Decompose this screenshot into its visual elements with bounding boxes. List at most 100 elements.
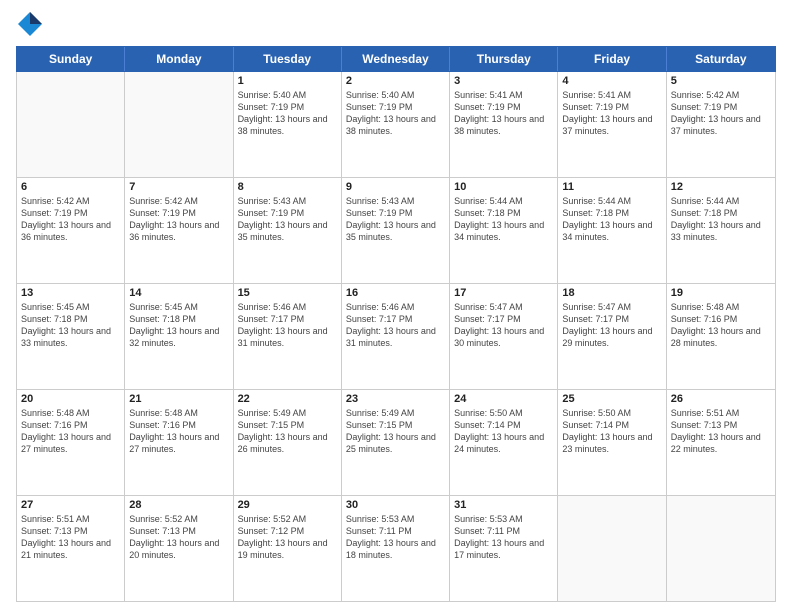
day-info: Sunrise: 5:47 AM Sunset: 7:17 PM Dayligh… [562,301,661,350]
week-row-3: 13 Sunrise: 5:45 AM Sunset: 7:18 PM Dayli… [17,284,775,390]
day-number: 25 [562,393,661,405]
day-number: 20 [21,393,120,405]
day-number: 27 [21,499,120,511]
day-info: Sunrise: 5:41 AM Sunset: 7:19 PM Dayligh… [562,89,661,138]
day-info: Sunrise: 5:50 AM Sunset: 7:14 PM Dayligh… [454,407,553,456]
cal-cell-3-4: 16Sunrise: 5:46 AM Sunset: 7:17 PM Dayli… [342,284,450,389]
day-info: Sunrise: 5:51 AM Sunset: 7:13 PM Dayligh… [21,513,120,562]
cal-cell-2-6: 11 Sunrise: 5:44 AM Sunset: 7:18 PM Dayli… [558,178,666,283]
cal-cell-1-7: 5 Sunrise: 5:42 AM Sunset: 7:19 PM Daylig… [667,72,775,177]
day-info: Sunrise: 5:46 AM Sunset: 7:17 PM Dayligh… [238,301,337,350]
header [16,10,776,38]
cal-cell-4-7: 26Sunrise: 5:51 AM Sunset: 7:13 PM Dayli… [667,390,775,495]
calendar-header-row: SundayMondayTuesdayWednesdayThursdayFrid… [16,46,776,72]
day-info: Sunrise: 5:50 AM Sunset: 7:14 PM Dayligh… [562,407,661,456]
cal-cell-5-4: 30 Sunrise: 5:53 AM Sunset: 7:11 PM Dayli… [342,496,450,601]
header-day-thursday: Thursday [450,47,558,71]
week-row-5: 27 Sunrise: 5:51 AM Sunset: 7:13 PM Dayli… [17,496,775,601]
week-row-2: 6 Sunrise: 5:42 AM Sunset: 7:19 PM Daylig… [17,178,775,284]
day-info: Sunrise: 5:42 AM Sunset: 7:19 PM Dayligh… [21,195,120,244]
week-row-4: 20 Sunrise: 5:48 AM Sunset: 7:16 PM Dayli… [17,390,775,496]
day-info: Sunrise: 5:44 AM Sunset: 7:18 PM Dayligh… [562,195,661,244]
cal-cell-5-3: 29Sunrise: 5:52 AM Sunset: 7:12 PM Dayli… [234,496,342,601]
day-number: 2 [346,75,445,87]
header-day-monday: Monday [125,47,233,71]
day-info: Sunrise: 5:40 AM Sunset: 7:19 PM Dayligh… [346,89,445,138]
header-day-tuesday: Tuesday [234,47,342,71]
cal-cell-1-5: 3Sunrise: 5:41 AM Sunset: 7:19 PM Daylig… [450,72,558,177]
week-row-1: 1Sunrise: 5:40 AM Sunset: 7:19 PM Daylig… [17,72,775,178]
day-info: Sunrise: 5:49 AM Sunset: 7:15 PM Dayligh… [346,407,445,456]
logo-icon [16,10,44,38]
cal-cell-3-6: 18Sunrise: 5:47 AM Sunset: 7:17 PM Dayli… [558,284,666,389]
day-number: 19 [671,287,771,299]
day-info: Sunrise: 5:43 AM Sunset: 7:19 PM Dayligh… [238,195,337,244]
cal-cell-5-5: 31Sunrise: 5:53 AM Sunset: 7:11 PM Dayli… [450,496,558,601]
day-info: Sunrise: 5:48 AM Sunset: 7:16 PM Dayligh… [671,301,771,350]
day-number: 21 [129,393,228,405]
day-number: 28 [129,499,228,511]
day-number: 29 [238,499,337,511]
cal-cell-5-1: 27 Sunrise: 5:51 AM Sunset: 7:13 PM Dayli… [17,496,125,601]
day-info: Sunrise: 5:53 AM Sunset: 7:11 PM Dayligh… [346,513,445,562]
day-number: 30 [346,499,445,511]
cal-cell-3-3: 15 Sunrise: 5:46 AM Sunset: 7:17 PM Dayli… [234,284,342,389]
day-number: 12 [671,181,771,193]
cal-cell-5-7 [667,496,775,601]
cal-cell-3-5: 17 Sunrise: 5:47 AM Sunset: 7:17 PM Dayli… [450,284,558,389]
cal-cell-3-2: 14 Sunrise: 5:45 AM Sunset: 7:18 PM Dayli… [125,284,233,389]
cal-cell-5-2: 28 Sunrise: 5:52 AM Sunset: 7:13 PM Dayli… [125,496,233,601]
day-info: Sunrise: 5:47 AM Sunset: 7:17 PM Dayligh… [454,301,553,350]
day-info: Sunrise: 5:44 AM Sunset: 7:18 PM Dayligh… [671,195,771,244]
cal-cell-4-3: 22 Sunrise: 5:49 AM Sunset: 7:15 PM Dayli… [234,390,342,495]
cal-cell-1-6: 4 Sunrise: 5:41 AM Sunset: 7:19 PM Daylig… [558,72,666,177]
cal-cell-2-4: 9 Sunrise: 5:43 AM Sunset: 7:19 PM Daylig… [342,178,450,283]
header-day-saturday: Saturday [667,47,775,71]
day-number: 5 [671,75,771,87]
day-info: Sunrise: 5:44 AM Sunset: 7:18 PM Dayligh… [454,195,553,244]
cal-cell-3-7: 19 Sunrise: 5:48 AM Sunset: 7:16 PM Dayli… [667,284,775,389]
cal-cell-2-2: 7 Sunrise: 5:42 AM Sunset: 7:19 PM Daylig… [125,178,233,283]
calendar: SundayMondayTuesdayWednesdayThursdayFrid… [16,46,776,602]
cal-cell-2-1: 6 Sunrise: 5:42 AM Sunset: 7:19 PM Daylig… [17,178,125,283]
day-number: 14 [129,287,228,299]
day-number: 17 [454,287,553,299]
cal-cell-3-1: 13 Sunrise: 5:45 AM Sunset: 7:18 PM Dayli… [17,284,125,389]
cal-cell-4-1: 20 Sunrise: 5:48 AM Sunset: 7:16 PM Dayli… [17,390,125,495]
day-number: 13 [21,287,120,299]
day-number: 11 [562,181,661,193]
header-day-sunday: Sunday [17,47,125,71]
day-info: Sunrise: 5:43 AM Sunset: 7:19 PM Dayligh… [346,195,445,244]
cal-cell-1-1 [17,72,125,177]
logo [16,10,48,38]
day-info: Sunrise: 5:45 AM Sunset: 7:18 PM Dayligh… [21,301,120,350]
day-number: 16 [346,287,445,299]
day-info: Sunrise: 5:48 AM Sunset: 7:16 PM Dayligh… [21,407,120,456]
day-info: Sunrise: 5:40 AM Sunset: 7:19 PM Dayligh… [238,89,337,138]
day-info: Sunrise: 5:51 AM Sunset: 7:13 PM Dayligh… [671,407,771,456]
day-info: Sunrise: 5:42 AM Sunset: 7:19 PM Dayligh… [129,195,228,244]
calendar-body: 1Sunrise: 5:40 AM Sunset: 7:19 PM Daylig… [16,72,776,602]
cal-cell-4-2: 21 Sunrise: 5:48 AM Sunset: 7:16 PM Dayli… [125,390,233,495]
cal-cell-2-7: 12 Sunrise: 5:44 AM Sunset: 7:18 PM Dayli… [667,178,775,283]
day-number: 9 [346,181,445,193]
day-number: 7 [129,181,228,193]
day-number: 23 [346,393,445,405]
day-info: Sunrise: 5:42 AM Sunset: 7:19 PM Dayligh… [671,89,771,138]
day-number: 10 [454,181,553,193]
day-info: Sunrise: 5:52 AM Sunset: 7:13 PM Dayligh… [129,513,228,562]
day-info: Sunrise: 5:49 AM Sunset: 7:15 PM Dayligh… [238,407,337,456]
cal-cell-2-5: 10 Sunrise: 5:44 AM Sunset: 7:18 PM Dayli… [450,178,558,283]
day-info: Sunrise: 5:45 AM Sunset: 7:18 PM Dayligh… [129,301,228,350]
day-number: 24 [454,393,553,405]
cal-cell-1-2 [125,72,233,177]
day-number: 4 [562,75,661,87]
day-number: 3 [454,75,553,87]
day-info: Sunrise: 5:53 AM Sunset: 7:11 PM Dayligh… [454,513,553,562]
cal-cell-5-6 [558,496,666,601]
cal-cell-1-3: 1Sunrise: 5:40 AM Sunset: 7:19 PM Daylig… [234,72,342,177]
day-info: Sunrise: 5:48 AM Sunset: 7:16 PM Dayligh… [129,407,228,456]
day-number: 22 [238,393,337,405]
day-number: 15 [238,287,337,299]
day-number: 6 [21,181,120,193]
